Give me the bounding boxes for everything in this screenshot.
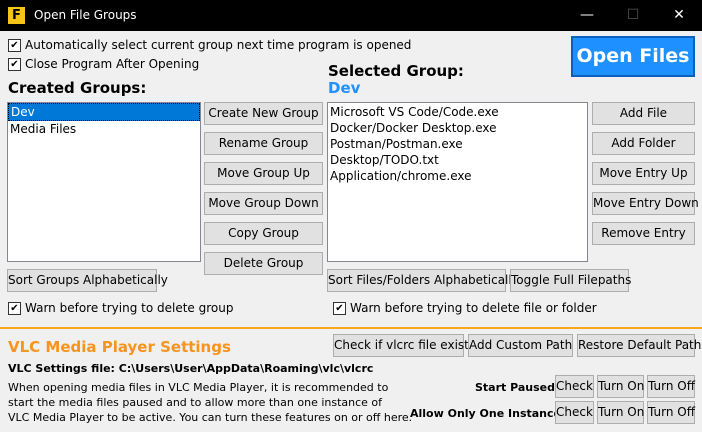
one-instance-on-button[interactable]: Turn On — [597, 401, 644, 424]
sort-groups-button[interactable]: Sort Groups Alphabetically — [7, 269, 168, 292]
add-folder-button[interactable]: Add Folder — [592, 132, 695, 155]
file-list-item[interactable]: Microsoft VS Code/Code.exe — [328, 104, 587, 120]
add-custom-path-button[interactable]: Add Custom Path — [468, 334, 573, 357]
vlc-description-line: VLC Media Player to be active. You can t… — [8, 411, 413, 424]
move-entry-up-button[interactable]: Move Entry Up — [592, 162, 695, 185]
groups-listbox[interactable]: Dev Media Files — [7, 102, 201, 262]
start-paused-off-button[interactable]: Turn Off — [647, 375, 695, 398]
file-list-item[interactable]: Application/chrome.exe — [328, 168, 587, 184]
close-after-label: Close Program After Opening — [25, 57, 200, 71]
close-after-checkbox[interactable]: ✔ — [8, 58, 21, 71]
auto-select-label: Automatically select current group next … — [25, 38, 412, 52]
check-vlcrc-button[interactable]: Check if vlcrc file exists — [333, 334, 475, 357]
title-bar: F Open File Groups — ☐ ✕ — [0, 0, 702, 31]
maximize-button[interactable]: ☐ — [610, 0, 656, 31]
group-list-item[interactable]: Dev — [8, 103, 200, 121]
move-entry-down-button[interactable]: Move Entry Down — [592, 192, 699, 215]
app-icon: F — [8, 7, 25, 24]
selected-group-heading: Selected Group: — [328, 62, 464, 80]
start-paused-label: Start Paused: — [475, 381, 560, 394]
one-instance-check-button[interactable]: Check — [555, 401, 594, 424]
restore-default-path-button[interactable]: Restore Default Path — [577, 334, 701, 357]
vlc-settings-file: VLC Settings file: C:\Users\User\AppData… — [8, 362, 374, 375]
move-group-up-button[interactable]: Move Group Up — [204, 162, 323, 185]
group-list-item[interactable]: Media Files — [8, 121, 200, 137]
created-groups-heading: Created Groups: — [8, 79, 147, 97]
auto-select-checkbox[interactable]: ✔ — [8, 39, 21, 52]
warn-delete-group-label: Warn before trying to delete group — [25, 301, 234, 315]
window-title: Open File Groups — [34, 8, 137, 22]
one-instance-label: Allow Only One Instance: — [410, 407, 566, 420]
close-button[interactable]: ✕ — [656, 0, 702, 31]
warn-delete-file-checkbox[interactable]: ✔ — [333, 302, 346, 315]
vlc-settings-title: VLC Media Player Settings — [8, 338, 231, 356]
warn-delete-group-checkbox[interactable]: ✔ — [8, 302, 21, 315]
rename-group-button[interactable]: Rename Group — [204, 132, 323, 155]
move-group-down-button[interactable]: Move Group Down — [204, 192, 323, 215]
warn-delete-file-label: Warn before trying to delete file or fol… — [350, 301, 597, 315]
vlc-description-line: start the media files paused and to allo… — [8, 396, 383, 409]
create-group-button[interactable]: Create New Group — [204, 102, 323, 125]
open-files-button[interactable]: Open Files — [571, 36, 695, 77]
file-list-item[interactable]: Desktop/TODO.txt — [328, 152, 587, 168]
sort-files-button[interactable]: Sort Files/Folders Alphabetically — [327, 269, 519, 292]
delete-group-button[interactable]: Delete Group — [204, 252, 323, 275]
vlc-description-line: When opening media files in VLC Media Pl… — [8, 381, 389, 394]
file-list-item[interactable]: Docker/Docker Desktop.exe — [328, 120, 587, 136]
start-paused-on-button[interactable]: Turn On — [597, 375, 644, 398]
vlc-description: When opening media files in VLC Media Pl… — [8, 380, 412, 425]
minimize-button[interactable]: — — [564, 0, 610, 31]
add-file-button[interactable]: Add File — [592, 102, 695, 125]
selected-group-name: Dev — [328, 79, 361, 97]
remove-entry-button[interactable]: Remove Entry — [592, 222, 695, 245]
copy-group-button[interactable]: Copy Group — [204, 222, 323, 245]
files-listbox[interactable]: Microsoft VS Code/Code.exe Docker/Docker… — [327, 102, 588, 262]
start-paused-check-button[interactable]: Check — [555, 375, 594, 398]
toggle-filepaths-button[interactable]: Toggle Full Filepaths — [510, 269, 631, 292]
section-divider — [0, 327, 702, 329]
one-instance-off-button[interactable]: Turn Off — [647, 401, 695, 424]
file-list-item[interactable]: Postman/Postman.exe — [328, 136, 587, 152]
